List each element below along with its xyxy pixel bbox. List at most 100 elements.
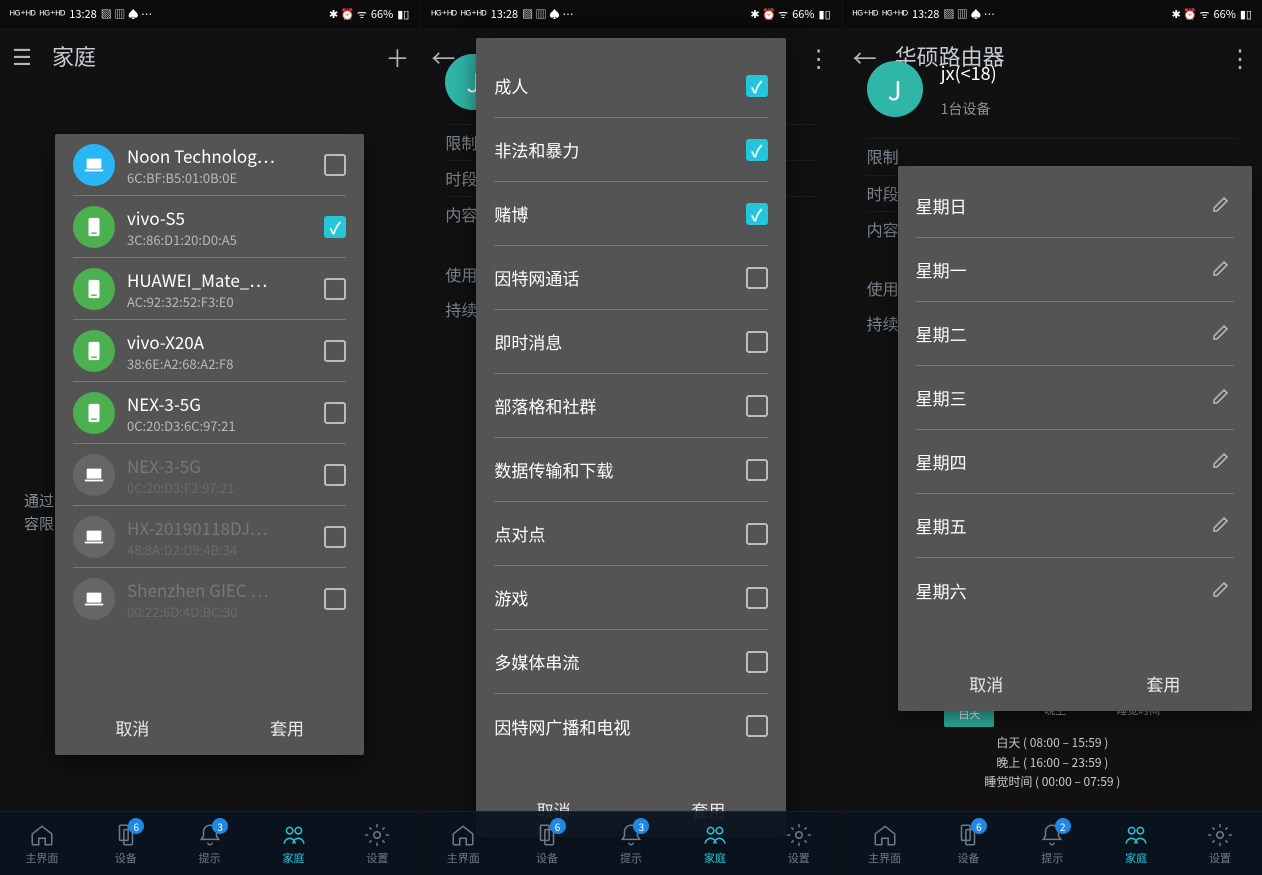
category-row[interactable]: 部落格和社群 [494,374,767,438]
category-row[interactable]: 赌博 [494,182,767,246]
category-row[interactable]: 成人 [494,54,767,118]
category-row[interactable]: 数据传输和下载 [494,438,767,502]
category-label: 因特网通话 [494,265,733,290]
day-row[interactable]: 星期六 [916,558,1234,622]
checkbox[interactable] [746,715,768,737]
nav-alerts[interactable]: 提示2 [1010,812,1094,875]
device-name: NEX-3-5G [127,391,312,416]
day-row[interactable]: 星期四 [916,430,1234,494]
day-row[interactable]: 星期日 [916,174,1234,238]
nav-devices[interactable]: 设备6 [927,812,1011,875]
checkbox[interactable] [746,75,768,97]
checkbox[interactable] [324,402,346,424]
device-mac: 0C:20:D3:6C:97:21 [127,416,312,435]
category-row[interactable]: 非法和暴力 [494,118,767,182]
checkbox[interactable] [746,587,768,609]
device-row[interactable]: NEX-3-5G0C:20:D3:6C:97:21 [73,382,346,444]
device-row[interactable]: vivo-S53C:86:D1:20:D0:A5 [73,196,346,258]
edit-icon[interactable] [1210,576,1234,605]
category-label: 数据传输和下载 [494,457,733,482]
checkbox[interactable] [746,203,768,225]
device-mac: 0C:20:D3:F2:97:21 [127,478,312,497]
apply-button[interactable]: 套用 [1075,655,1252,711]
nav-home[interactable]: 主界面 [843,812,927,875]
day-row[interactable]: 星期五 [916,494,1234,558]
day-label: 星期六 [916,578,1198,603]
checkbox[interactable] [746,651,768,673]
category-row[interactable]: 点对点 [494,502,767,566]
add-icon[interactable]: ＋ [383,42,411,70]
device-row[interactable]: Shenzhen GIEC …00:22:6D:4D:BC:30 [73,568,346,630]
edit-icon[interactable] [1210,383,1234,412]
nav-devices[interactable]: 设备6 [84,812,168,875]
checkbox[interactable] [746,395,768,417]
device-row[interactable]: NEX-3-5G0C:20:D3:F2:97:21 [73,444,346,506]
bottom-nav: 主界面设备6提示2家庭设置 [843,811,1262,875]
device-row[interactable]: vivo-X20A38:6E:A2:68:A2:F8 [73,320,346,382]
nav-family[interactable]: 家庭 [673,812,757,875]
checkbox[interactable] [324,154,346,176]
checkbox[interactable] [324,278,346,300]
category-list[interactable]: 成人非法和暴力赌博因特网通话即时消息部落格和社群数据传输和下载点对点游戏多媒体串… [476,38,785,781]
nav-devices[interactable]: 设备6 [505,812,589,875]
device-name: HX-20190118DJ… [127,515,312,540]
category-row[interactable]: 游戏 [494,566,767,630]
day-row[interactable]: 星期一 [916,238,1234,302]
checkbox[interactable] [746,331,768,353]
day-label: 星期五 [916,513,1198,538]
day-row[interactable]: 星期二 [916,302,1234,366]
edit-icon[interactable] [1210,511,1234,540]
day-list[interactable]: 星期日星期一星期二星期三星期四星期五星期六 [898,166,1252,655]
phone-icon [73,330,115,372]
badge: 6 [971,818,987,834]
nav-family[interactable]: 家庭 [252,812,336,875]
device-row[interactable]: HUAWEI_Mate_…AC:92:32:52:F3:E0 [73,258,346,320]
nav-alerts[interactable]: 提示3 [589,812,673,875]
edit-icon[interactable] [1210,447,1234,476]
nav-alerts[interactable]: 提示3 [168,812,252,875]
nav-settings[interactable]: 设置 [757,812,841,875]
checkbox[interactable] [324,340,346,362]
device-row[interactable]: HX-20190118DJ…48:8A:D2:D9:4B:34 [73,506,346,568]
checkbox[interactable] [324,526,346,548]
category-row[interactable]: 多媒体串流 [494,630,767,694]
nav-settings[interactable]: 设置 [1178,812,1262,875]
category-row[interactable]: 因特网广播和电视 [494,694,767,758]
device-list[interactable]: Noon Technolog…6C:BF:B5:01:0B:0Evivo-S53… [55,134,364,699]
checkbox[interactable] [746,523,768,545]
category-row[interactable]: 因特网通话 [494,246,767,310]
checkbox[interactable] [324,588,346,610]
nav-home[interactable]: 主界面 [0,812,84,875]
cancel-button[interactable]: 取消 [898,655,1075,711]
device-name: vivo-X20A [127,329,312,354]
day-row[interactable]: 星期三 [916,366,1234,430]
apply-button[interactable]: 套用 [210,699,365,755]
laptop-icon [73,516,115,558]
edit-icon[interactable] [1210,319,1234,348]
badge: 6 [128,818,144,834]
edit-icon[interactable] [1210,255,1234,284]
laptop-icon [73,578,115,620]
checkbox[interactable] [324,464,346,486]
cancel-button[interactable]: 取消 [55,699,210,755]
edit-icon[interactable] [1210,191,1234,220]
checkbox[interactable] [746,267,768,289]
bottom-nav: 主界面设备6提示3家庭设置 [0,811,419,875]
checkbox[interactable] [746,459,768,481]
nav-family[interactable]: 家庭 [1094,812,1178,875]
checkbox[interactable] [324,216,346,238]
phone-icon [73,392,115,434]
nav-home[interactable]: 主界面 [421,812,505,875]
day-label: 星期一 [916,257,1198,282]
category-row[interactable]: 即时消息 [494,310,767,374]
checkbox[interactable] [746,139,768,161]
nav-settings[interactable]: 设置 [335,812,419,875]
menu-icon[interactable]: ☰ [8,42,36,70]
bottom-nav: 主界面设备6提示3家庭设置 [421,811,840,875]
device-name: Shenzhen GIEC … [127,577,312,602]
status-bar: ᴴᴳ⁺ᴴᴰᴴᴳ⁺ᴴᴰ13:28▧ ▥ ♠ ⋯ ✱ ⏰ ᯤ66%▮▯ [843,0,1262,28]
device-name: HUAWEI_Mate_… [127,267,312,292]
device-row[interactable]: Noon Technolog…6C:BF:B5:01:0B:0E [73,134,346,196]
category-label: 多媒体串流 [494,649,733,674]
screen-content-filter: ᴴᴳ⁺ᴴᴰᴴᴳ⁺ᴴᴰ13:28▧ ▥ ♠ ⋯ ✱ ⏰ ᯤ66%▮▯ ← ⋮ J … [421,0,840,875]
